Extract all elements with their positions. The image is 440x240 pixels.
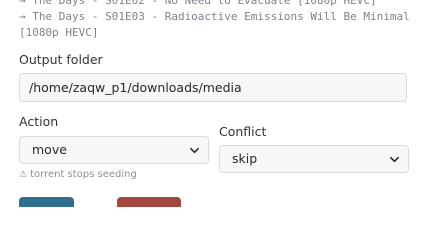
file-list-item: → The Days - S01E02 - No Need to Evacuat… [19,0,377,7]
primary-button[interactable] [19,197,74,207]
output-folder-label: Output folder [19,52,103,67]
conflict-select-value: skip [232,151,258,166]
warning-icon: ⚠ [19,170,28,180]
file-list: → The Days - S01E02 - No Need to Evacuat… [19,0,429,41]
danger-button[interactable] [117,197,181,207]
conflict-select[interactable]: skip [219,145,409,173]
output-folder-input[interactable]: /home/zaqw_p1/downloads/media [19,73,407,102]
action-select-value: move [32,142,67,157]
action-hint-text: torrent stops seeding [30,169,137,180]
action-select[interactable]: move [19,136,209,164]
file-list-item: → The Days - S01E03 - Radioactive Emissi… [19,10,417,39]
action-hint: ⚠ torrent stops seeding [19,169,137,180]
chevron-down-icon [390,156,399,163]
conflict-label: Conflict [219,124,267,139]
chevron-down-icon [190,147,199,154]
action-label: Action [19,114,59,129]
